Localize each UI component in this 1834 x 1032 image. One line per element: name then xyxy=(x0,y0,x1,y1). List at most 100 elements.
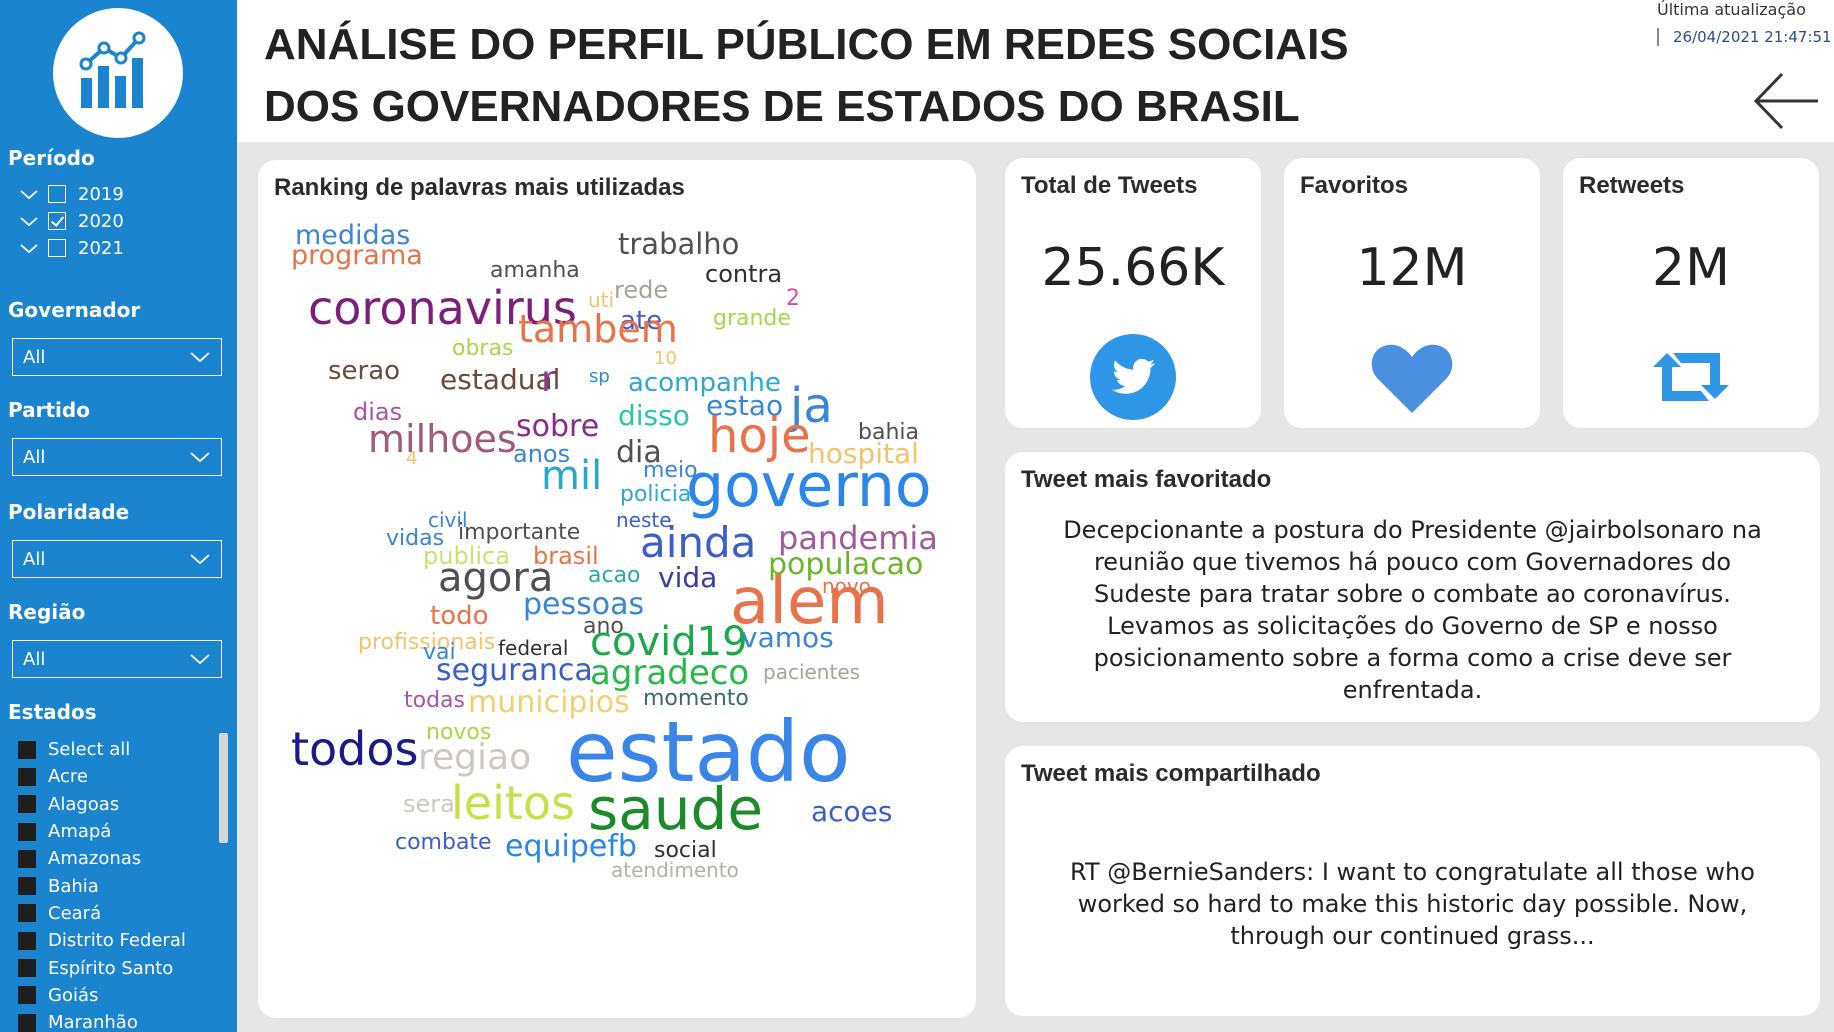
state-label: Distrito Federal xyxy=(48,930,186,952)
kpi-title: Total de Tweets xyxy=(1021,172,1198,199)
state-checkbox[interactable] xyxy=(18,931,36,950)
wordcloud-word: combate xyxy=(395,830,492,855)
polaridade-dropdown[interactable]: All xyxy=(12,540,222,578)
state-option[interactable]: Amazonas xyxy=(18,845,230,872)
year-option-2020[interactable]: 2020 xyxy=(18,209,124,233)
chevron-down-icon[interactable] xyxy=(18,185,40,203)
wordcloud-word: policia xyxy=(620,482,692,507)
wordcloud-word: obras xyxy=(452,336,514,361)
state-checkbox[interactable] xyxy=(18,904,36,923)
retweet-icon xyxy=(1653,353,1729,401)
kpi-title: Favoritos xyxy=(1300,172,1409,199)
wordcloud-word: todas xyxy=(404,688,465,713)
state-checkbox[interactable] xyxy=(18,822,36,841)
wordcloud-word: mil xyxy=(541,453,603,499)
estados-title: Estados xyxy=(8,700,97,724)
wordcloud-word: vida xyxy=(658,561,718,594)
state-label: Amapá xyxy=(48,821,112,843)
wordcloud-word: programa xyxy=(291,240,423,271)
wordcloud-word: leitos xyxy=(451,776,576,830)
state-checkbox[interactable] xyxy=(18,959,36,978)
dropdown-value: All xyxy=(23,648,46,670)
wordcloud: medidas programa trabalho amanha contra coron… xyxy=(258,160,976,1018)
dropdown-value: All xyxy=(23,548,46,570)
state-label: Select all xyxy=(48,739,131,761)
year-option-2019[interactable]: 2019 xyxy=(18,182,124,206)
wordcloud-word: disso xyxy=(618,399,690,432)
state-option[interactable]: Alagoas xyxy=(18,791,230,818)
wordcloud-word: importante xyxy=(458,520,581,545)
wordcloud-word: 4 xyxy=(406,448,418,469)
state-label: Amazonas xyxy=(48,848,142,870)
state-option[interactable]: Espírito Santo xyxy=(18,954,230,981)
state-option-select-all[interactable]: Select all xyxy=(18,736,230,763)
state-checkbox[interactable] xyxy=(18,986,36,1005)
wordcloud-word: atendimento xyxy=(611,858,739,882)
heart-icon xyxy=(1371,344,1453,413)
partido-title: Partido xyxy=(8,398,90,422)
wordcloud-word: ainda xyxy=(640,518,757,567)
state-label: Acre xyxy=(48,766,88,788)
kpi-value: 12M xyxy=(1356,238,1468,298)
state-checkbox[interactable] xyxy=(18,1013,36,1032)
wordcloud-word: governo xyxy=(686,451,932,521)
state-checkbox[interactable] xyxy=(18,767,36,786)
wordcloud-word: milhoes xyxy=(368,417,517,461)
wordcloud-word: rede xyxy=(614,276,669,304)
state-option[interactable]: Goiás xyxy=(18,982,230,1009)
chevron-down-icon xyxy=(190,352,210,363)
wordcloud-word: sp xyxy=(589,366,610,387)
state-option[interactable]: Distrito Federal xyxy=(18,927,230,954)
state-label: Espírito Santo xyxy=(48,957,174,979)
wordcloud-word: serao xyxy=(328,356,401,386)
wordcloud-word: seguranca xyxy=(436,653,593,688)
year-label: 2020 xyxy=(78,210,124,232)
tweet-shared-title: Tweet mais compartilhado xyxy=(1021,760,1321,787)
year-option-2021[interactable]: 2021 xyxy=(18,236,124,260)
wordcloud-word: contra xyxy=(705,260,783,288)
state-checkbox[interactable] xyxy=(18,877,36,896)
year-checkbox[interactable] xyxy=(48,185,66,203)
year-label: 2019 xyxy=(78,183,124,205)
governador-dropdown[interactable]: All xyxy=(12,338,222,376)
wordcloud-word: todos xyxy=(291,722,419,776)
last-update-value: 26/04/2021 21:47:51 xyxy=(1657,28,1832,46)
twitter-bird-icon xyxy=(1090,334,1176,420)
state-label: Ceará xyxy=(48,902,102,924)
state-checkbox[interactable] xyxy=(18,795,36,814)
regiao-dropdown[interactable]: All xyxy=(12,640,222,678)
wordcloud-word: sera xyxy=(403,790,455,818)
back-arrow-icon[interactable] xyxy=(1752,66,1822,136)
estados-scrollbar[interactable] xyxy=(219,733,228,843)
wordcloud-word: sobre xyxy=(516,409,600,444)
wordcloud-word: grande xyxy=(713,306,791,331)
estados-list: Select all Acre Alagoas Amapá Amazonas B… xyxy=(18,736,230,1032)
state-option[interactable]: Bahia xyxy=(18,872,230,899)
wordcloud-word: pacientes xyxy=(763,660,861,684)
kpi-favoritos: Favoritos 12M xyxy=(1284,158,1540,428)
dropdown-value: All xyxy=(23,346,46,368)
state-checkbox[interactable] xyxy=(18,849,36,868)
state-option[interactable]: Amapá xyxy=(18,818,230,845)
chevron-down-icon[interactable] xyxy=(18,239,40,257)
wordcloud-card: Ranking de palavras mais utilizadas medi… xyxy=(258,160,976,1018)
wordcloud-word: amanha xyxy=(490,258,580,283)
logo xyxy=(53,8,183,138)
state-option[interactable]: Maranhão xyxy=(18,1009,230,1032)
chevron-down-icon xyxy=(190,554,210,565)
tweet-fav-text: Decepcionante a postura do Presidente @j… xyxy=(1063,516,1762,704)
kpi-total-tweets: Total de Tweets 25.66K xyxy=(1005,158,1261,428)
year-checkbox[interactable] xyxy=(48,212,66,230)
polaridade-title: Polaridade xyxy=(8,500,130,524)
chevron-down-icon[interactable] xyxy=(18,212,40,230)
wordcloud-word: 10 xyxy=(654,348,677,369)
chevron-down-icon xyxy=(190,654,210,665)
page-title: ANÁLISE DO PERFIL PÚBLICO EM REDES SOCIA… xyxy=(264,20,1349,131)
state-checkbox[interactable] xyxy=(18,740,36,759)
state-option[interactable]: Ceará xyxy=(18,900,230,927)
state-option[interactable]: Acre xyxy=(18,763,230,790)
governador-title: Governador xyxy=(8,298,141,322)
tweet-fav-title: Tweet mais favoritado xyxy=(1021,466,1272,493)
year-checkbox[interactable] xyxy=(48,239,66,257)
partido-dropdown[interactable]: All xyxy=(12,438,222,476)
